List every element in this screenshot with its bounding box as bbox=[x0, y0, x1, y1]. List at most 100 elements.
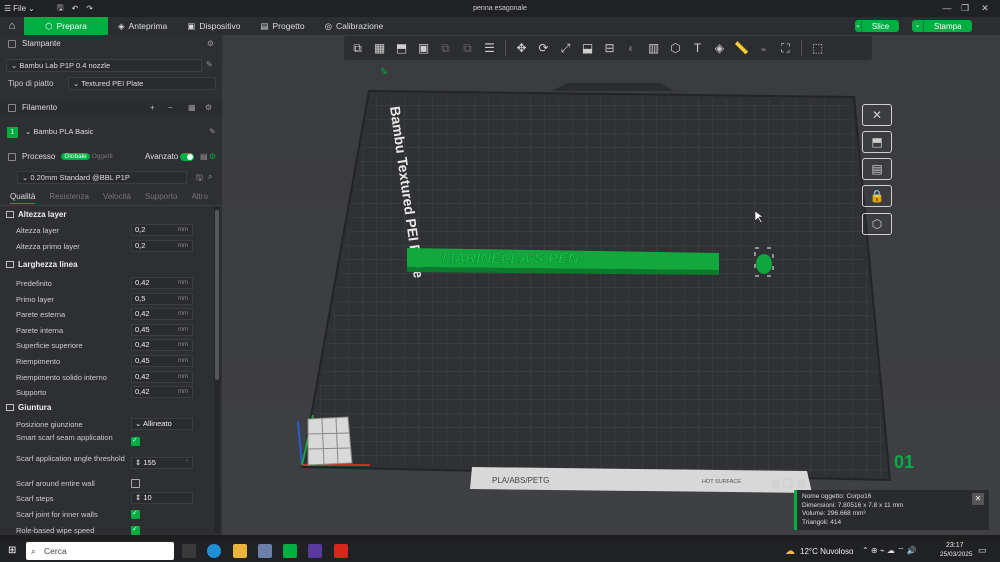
line-width-input[interactable]: 0,42 mm bbox=[131, 277, 193, 289]
delete-plate-icon[interactable]: 🗑 bbox=[770, 479, 781, 489]
store-icon[interactable] bbox=[258, 544, 272, 558]
bambu-studio-icon[interactable] bbox=[283, 544, 297, 558]
tab-supporto[interactable]: Supporto bbox=[145, 192, 177, 204]
minimize-button[interactable]: — bbox=[938, 0, 956, 17]
auto-orient-icon[interactable]: ⬒ bbox=[392, 39, 411, 58]
scarf-inner-checkbox[interactable] bbox=[131, 509, 140, 519]
clock-time[interactable]: 23:17 bbox=[946, 542, 964, 549]
scarf-steps-input[interactable]: ⇕ 10 bbox=[131, 492, 193, 504]
tab-dispositivo[interactable]: ▣ Dispositivo bbox=[177, 17, 250, 35]
fit-view-icon[interactable]: ⛶ bbox=[776, 39, 795, 58]
boolean-icon[interactable]: ◐ bbox=[622, 39, 641, 58]
save-button[interactable]: 🖫 bbox=[53, 0, 68, 17]
add-plate-icon[interactable]: ▦ bbox=[370, 39, 389, 58]
tab-resistenza[interactable]: Resistenza bbox=[49, 192, 89, 204]
remove-filament-icon[interactable]: − bbox=[168, 103, 173, 112]
paste-icon[interactable]: ⧉ bbox=[458, 39, 477, 58]
settings-gear-icon[interactable]: ⚙ bbox=[207, 39, 214, 48]
compare-icon[interactable]: ▤ bbox=[200, 152, 208, 161]
layer-height-input[interactable]: 0,2 mm bbox=[131, 224, 193, 236]
line-width-input[interactable]: 0,42 mm bbox=[131, 308, 193, 320]
color-paint-icon[interactable]: ◈ bbox=[710, 39, 729, 58]
process-settings-icon[interactable]: ⚙ bbox=[209, 152, 216, 161]
weather-text[interactable]: 12°C Nuvoloso bbox=[800, 547, 853, 556]
home-button[interactable]: ⌂ bbox=[0, 17, 24, 35]
sync-icon[interactable]: ▦ bbox=[188, 103, 196, 112]
tray-icons[interactable]: ⌃ ⊕ ⌁ ☁ ⌔ 🔊 bbox=[862, 546, 917, 556]
edit-icon[interactable]: ✎ bbox=[206, 60, 213, 69]
edge-icon[interactable] bbox=[207, 544, 221, 558]
scale-icon[interactable]: ⤢ bbox=[556, 39, 575, 58]
print-button[interactable]: ⌄ Stampa bbox=[912, 20, 972, 32]
task-view-icon[interactable] bbox=[182, 544, 196, 558]
assembly-icon[interactable]: ◒ bbox=[754, 39, 773, 58]
save-profile-icon[interactable]: 🖫 bbox=[196, 172, 203, 186]
toggle-global[interactable]: Globale bbox=[61, 153, 90, 160]
plate-type-icon[interactable]: ⬡ bbox=[862, 213, 892, 235]
tab-progetto[interactable]: ▤ Progetto bbox=[250, 17, 314, 35]
process-profile-select[interactable]: ⌄ 0.20mm Standard @BBL P1P bbox=[17, 171, 187, 184]
notification-icon[interactable]: ▭ bbox=[978, 545, 987, 556]
search-icon[interactable]: ⌕ bbox=[208, 172, 212, 182]
windows-start-icon[interactable]: ⊞ bbox=[8, 545, 16, 556]
cut-icon[interactable]: ⊟ bbox=[600, 39, 619, 58]
line-width-input[interactable]: 0,45 mm bbox=[131, 355, 193, 367]
seam-position-select[interactable]: ⌄ Allineato bbox=[131, 418, 193, 430]
lock-icon[interactable]: 🔒 bbox=[862, 185, 892, 207]
close-window-button[interactable]: ✕ bbox=[976, 0, 994, 17]
view-cube[interactable] bbox=[307, 416, 353, 466]
tab-altro[interactable]: Altro bbox=[191, 192, 207, 204]
plate-type-select[interactable]: ⌄ Textured PEI Plate bbox=[68, 77, 216, 90]
arrange-plate-icon[interactable]: ▤ bbox=[862, 158, 892, 180]
arrange-icon[interactable]: ▣ bbox=[414, 39, 433, 58]
add-object-icon[interactable]: ⧉ bbox=[348, 39, 367, 58]
lay-on-face-icon[interactable]: ⬓ bbox=[578, 39, 597, 58]
close-icon[interactable]: ✕ bbox=[972, 493, 984, 505]
add-filament-icon[interactable]: + bbox=[150, 103, 155, 112]
file-explorer-icon[interactable] bbox=[233, 544, 247, 558]
toggle-objects[interactable]: Oggetti bbox=[92, 153, 113, 160]
move-icon[interactable]: ✥ bbox=[512, 39, 531, 58]
line-width-input[interactable]: 0,45 mm bbox=[131, 324, 193, 336]
layers-list-icon[interactable]: ☰ bbox=[480, 39, 499, 58]
first-layer-height-input[interactable]: 0,2 mm bbox=[131, 240, 193, 252]
line-width-input[interactable]: 0,42 mm bbox=[131, 339, 193, 351]
edit-filament-icon[interactable]: ✎ bbox=[209, 127, 216, 136]
selected-object[interactable] bbox=[756, 254, 772, 274]
tab-calibrazione[interactable]: ◎ Calibrazione bbox=[315, 17, 394, 35]
support-paint-icon[interactable]: ▥ bbox=[644, 39, 663, 58]
seam-paint-icon[interactable]: ⬡ bbox=[666, 39, 685, 58]
orient-plate-icon[interactable]: ⬒ bbox=[862, 131, 892, 153]
filament-settings-icon[interactable]: ⚙ bbox=[205, 103, 212, 112]
taskbar-search[interactable]: ⌕ Cerca bbox=[26, 542, 174, 560]
line-width-input[interactable]: 0,42 mm bbox=[131, 371, 193, 383]
advanced-toggle[interactable] bbox=[180, 153, 194, 161]
scarf-around-checkbox[interactable] bbox=[131, 479, 140, 488]
scarf-angle-input[interactable]: ⇕ 155 ° bbox=[131, 457, 193, 469]
app-icon[interactable] bbox=[308, 544, 322, 558]
acrobat-icon[interactable] bbox=[334, 544, 348, 558]
filament-select[interactable]: ⌄ Bambu PLA Basic bbox=[21, 126, 204, 139]
maximize-button[interactable]: ❐ bbox=[956, 0, 974, 17]
role-wipe-checkbox[interactable] bbox=[131, 525, 140, 535]
printer-select[interactable]: ⌄ Bambu Lab P1P 0.4 nozzle bbox=[6, 59, 202, 72]
slice-button[interactable]: ⌄ Slice bbox=[855, 20, 899, 32]
file-menu[interactable]: ☰ File ⌄ bbox=[0, 0, 39, 17]
tab-anteprima[interactable]: ◈ Anteprima bbox=[108, 17, 177, 35]
smart-scarf-checkbox[interactable] bbox=[131, 436, 140, 446]
line-width-input[interactable]: 0,42 mm bbox=[131, 386, 193, 398]
lock-plate-icon[interactable]: 🗑 bbox=[796, 479, 807, 489]
tab-velocita[interactable]: Velocità bbox=[103, 192, 131, 204]
line-width-input[interactable]: 0,5 mm bbox=[131, 293, 193, 305]
tab-qualita[interactable]: Qualità bbox=[10, 192, 36, 204]
redo-button[interactable]: ↷ bbox=[82, 0, 97, 17]
text-icon[interactable]: T bbox=[688, 39, 707, 58]
edit-marker-icon[interactable]: ✎ bbox=[380, 67, 388, 78]
clock-date[interactable]: 25/03/2025 bbox=[940, 551, 973, 558]
clear-plate-icon[interactable]: ✕ bbox=[862, 104, 892, 126]
tab-prepara[interactable]: ⬡ Prepara bbox=[24, 17, 108, 35]
variable-layer-icon[interactable]: ⬚ bbox=[808, 39, 827, 58]
settings-scroll-thumb[interactable] bbox=[215, 210, 219, 380]
undo-button[interactable]: ↶ bbox=[68, 0, 83, 17]
copy-icon[interactable]: ⧉ bbox=[436, 39, 455, 58]
